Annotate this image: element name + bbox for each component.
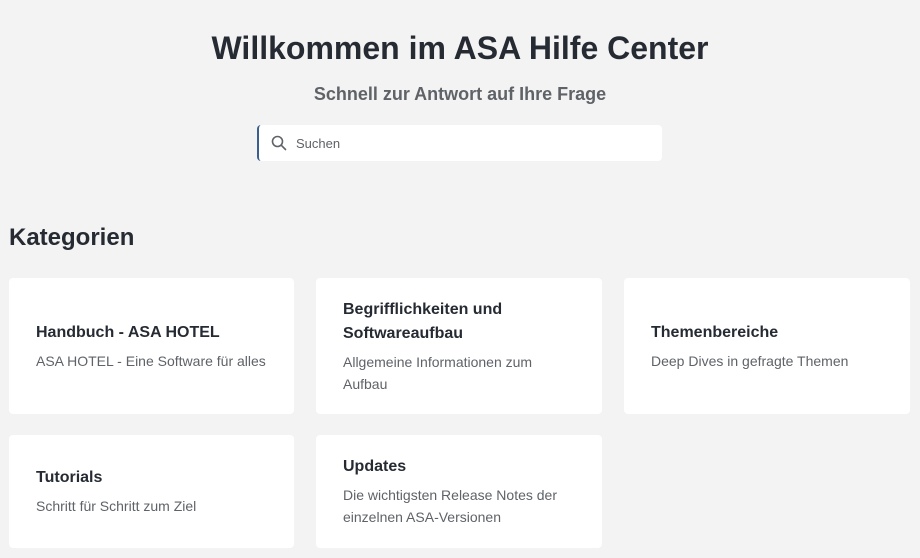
- category-card-tutorials[interactable]: Tutorials Schritt für Schritt zum Ziel: [9, 435, 294, 548]
- category-card-themenbereiche[interactable]: Themenbereiche Deep Dives in gefragte Th…: [624, 278, 910, 414]
- search-input[interactable]: [296, 128, 636, 158]
- category-card-description: Allgemeine Informationen zum Aufbau: [343, 353, 533, 392]
- category-card-updates[interactable]: Updates Die wichtigsten Release Notes de…: [316, 435, 602, 548]
- category-card-description: Die wichtigsten Release Notes der einzel…: [343, 487, 557, 525]
- category-card-title: Updates: [343, 458, 407, 475]
- category-card-title: Themenbereiche: [651, 323, 779, 341]
- category-card-title: Tutorials: [36, 469, 103, 486]
- category-card-handbuch[interactable]: Handbuch - ASA HOTEL ASA HOTEL - Eine So…: [9, 278, 294, 414]
- search-icon: [270, 134, 288, 152]
- page-subtitle: Schnell zur Antwort auf Ihre Frage: [313, 84, 607, 104]
- category-card-title: Begrifflichkeiten und Softwareaufbau: [343, 300, 503, 342]
- category-card-description: Deep Dives in gefragte Themen: [651, 352, 849, 369]
- category-card-description: Schritt für Schritt zum Ziel: [36, 498, 197, 514]
- category-card-description: ASA HOTEL - Eine Software für alles: [36, 352, 266, 369]
- category-card-title: Handbuch - ASA HOTEL: [36, 323, 220, 341]
- page-title: Willkommen im ASA Hilfe Center: [211, 30, 709, 66]
- categories-heading: Kategorien: [9, 224, 135, 251]
- search-bar[interactable]: [257, 125, 662, 161]
- category-card-begrifflichkeiten[interactable]: Begrifflichkeiten und Softwareaufbau All…: [316, 278, 602, 414]
